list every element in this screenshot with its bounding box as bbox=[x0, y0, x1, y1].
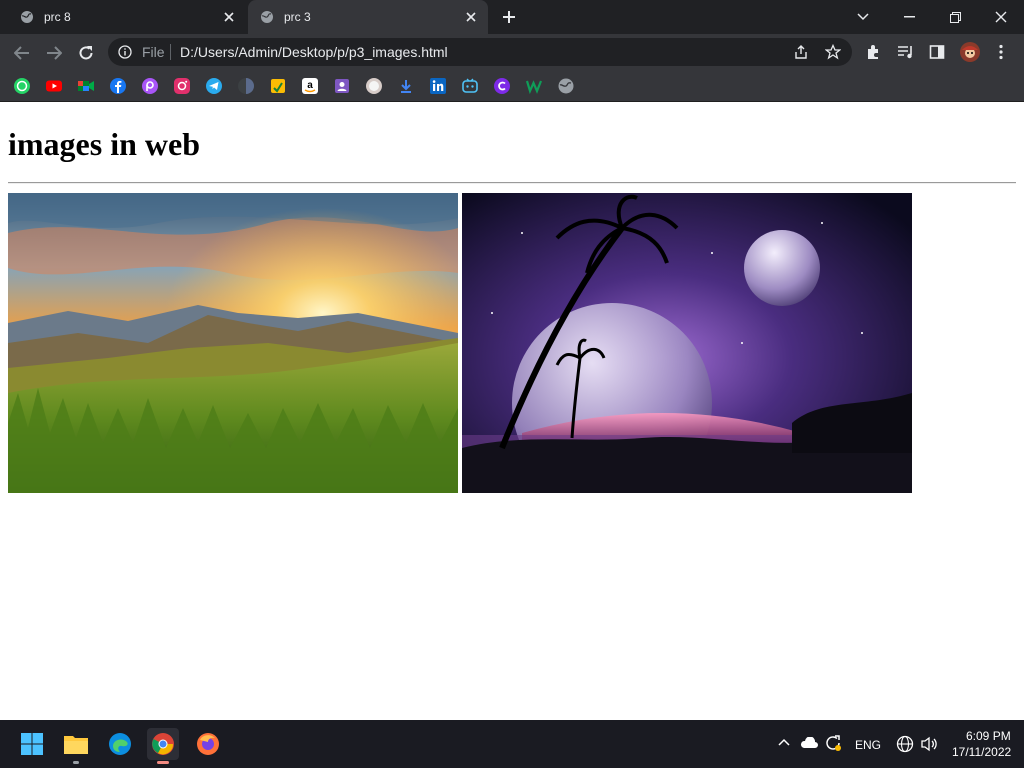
side-panel-icon[interactable] bbox=[929, 44, 945, 60]
clock-time[interactable]: 6:09 PM bbox=[966, 729, 1011, 743]
arrow-right-icon bbox=[47, 46, 62, 60]
tab-prc3[interactable]: prc 3 bbox=[248, 0, 488, 34]
instagram-icon[interactable] bbox=[173, 77, 191, 95]
youtube-icon[interactable] bbox=[45, 77, 63, 95]
globe-icon bbox=[21, 11, 33, 23]
tab-prc8[interactable]: prc 8 bbox=[8, 0, 246, 34]
bookmark-star-icon[interactable] bbox=[825, 44, 841, 60]
new-tab-button[interactable] bbox=[498, 7, 520, 27]
more-menu-icon[interactable] bbox=[998, 44, 1004, 60]
close-tab-icon[interactable] bbox=[462, 8, 480, 26]
address-bar[interactable]: File D:/Users/Admin/Desktop/p/p3_images.… bbox=[108, 38, 852, 66]
chrome-icon[interactable] bbox=[147, 728, 179, 764]
w-icon[interactable] bbox=[525, 77, 543, 95]
clock-date[interactable]: 17/11/2022 bbox=[952, 745, 1011, 759]
picsart-icon[interactable] bbox=[141, 77, 159, 95]
active-indicator bbox=[157, 761, 169, 764]
windows-start-icon[interactable] bbox=[16, 728, 48, 760]
tab-label: prc 8 bbox=[44, 10, 71, 24]
share-icon[interactable] bbox=[793, 44, 809, 60]
globe-icon bbox=[261, 11, 273, 23]
onedrive-icon[interactable] bbox=[800, 737, 818, 749]
file-explorer-icon[interactable] bbox=[60, 728, 92, 764]
page-content: images in web bbox=[0, 103, 1024, 720]
amazon-icon[interactable]: a bbox=[301, 77, 319, 95]
back-button[interactable] bbox=[10, 41, 34, 65]
running-indicator bbox=[73, 761, 79, 764]
canva-icon[interactable] bbox=[493, 77, 511, 95]
page-heading: images in web bbox=[8, 126, 200, 162]
contacts-icon[interactable] bbox=[333, 77, 351, 95]
info-icon[interactable] bbox=[118, 45, 132, 59]
minimize-button[interactable] bbox=[886, 0, 932, 34]
edge-icon[interactable] bbox=[104, 728, 136, 760]
globe-icon[interactable] bbox=[557, 77, 575, 95]
meet-icon[interactable] bbox=[77, 77, 95, 95]
landscape-image bbox=[8, 193, 458, 493]
night-planet-image bbox=[462, 193, 912, 493]
chevron-down-icon bbox=[857, 13, 869, 21]
download-icon[interactable] bbox=[397, 77, 415, 95]
avatar-circle-icon[interactable] bbox=[365, 77, 383, 95]
reload-button[interactable] bbox=[74, 41, 98, 65]
tab-strip: prc 8 prc 3 bbox=[0, 0, 1024, 34]
svg-text:a: a bbox=[307, 80, 313, 91]
horizontal-rule bbox=[8, 182, 1016, 184]
chevron-up-icon[interactable] bbox=[778, 738, 790, 746]
language-indicator[interactable]: ENG bbox=[855, 738, 881, 752]
profile-avatar-icon[interactable] bbox=[959, 41, 981, 63]
tab-search-button[interactable] bbox=[840, 0, 886, 34]
bot-icon[interactable] bbox=[461, 77, 479, 95]
scheme-label: File bbox=[142, 44, 165, 60]
reload-icon bbox=[79, 46, 93, 60]
volume-icon[interactable] bbox=[920, 736, 938, 752]
taskbar: ENG 6:09 PM 17/11/2022 bbox=[0, 720, 1024, 768]
arrow-left-icon bbox=[14, 46, 29, 60]
dark-circle-icon[interactable] bbox=[237, 77, 255, 95]
facebook-icon[interactable] bbox=[109, 77, 127, 95]
tab-label: prc 3 bbox=[284, 10, 311, 24]
sync-icon[interactable] bbox=[824, 734, 842, 752]
url-text[interactable]: D:/Users/Admin/Desktop/p/p3_images.html bbox=[180, 44, 448, 60]
restore-button[interactable] bbox=[932, 0, 978, 34]
notes-icon[interactable] bbox=[269, 77, 287, 95]
linkedin-icon[interactable] bbox=[429, 77, 447, 95]
network-globe-icon[interactable] bbox=[896, 735, 914, 753]
firefox-icon[interactable] bbox=[192, 728, 224, 760]
close-window-button[interactable] bbox=[978, 0, 1024, 34]
telegram-icon[interactable] bbox=[205, 77, 223, 95]
extensions-icon[interactable] bbox=[865, 44, 881, 60]
divider bbox=[170, 44, 171, 60]
close-tab-icon[interactable] bbox=[220, 8, 238, 26]
forward-button[interactable] bbox=[42, 41, 66, 65]
whatsapp-icon[interactable] bbox=[13, 77, 31, 95]
media-control-icon[interactable] bbox=[897, 44, 915, 60]
